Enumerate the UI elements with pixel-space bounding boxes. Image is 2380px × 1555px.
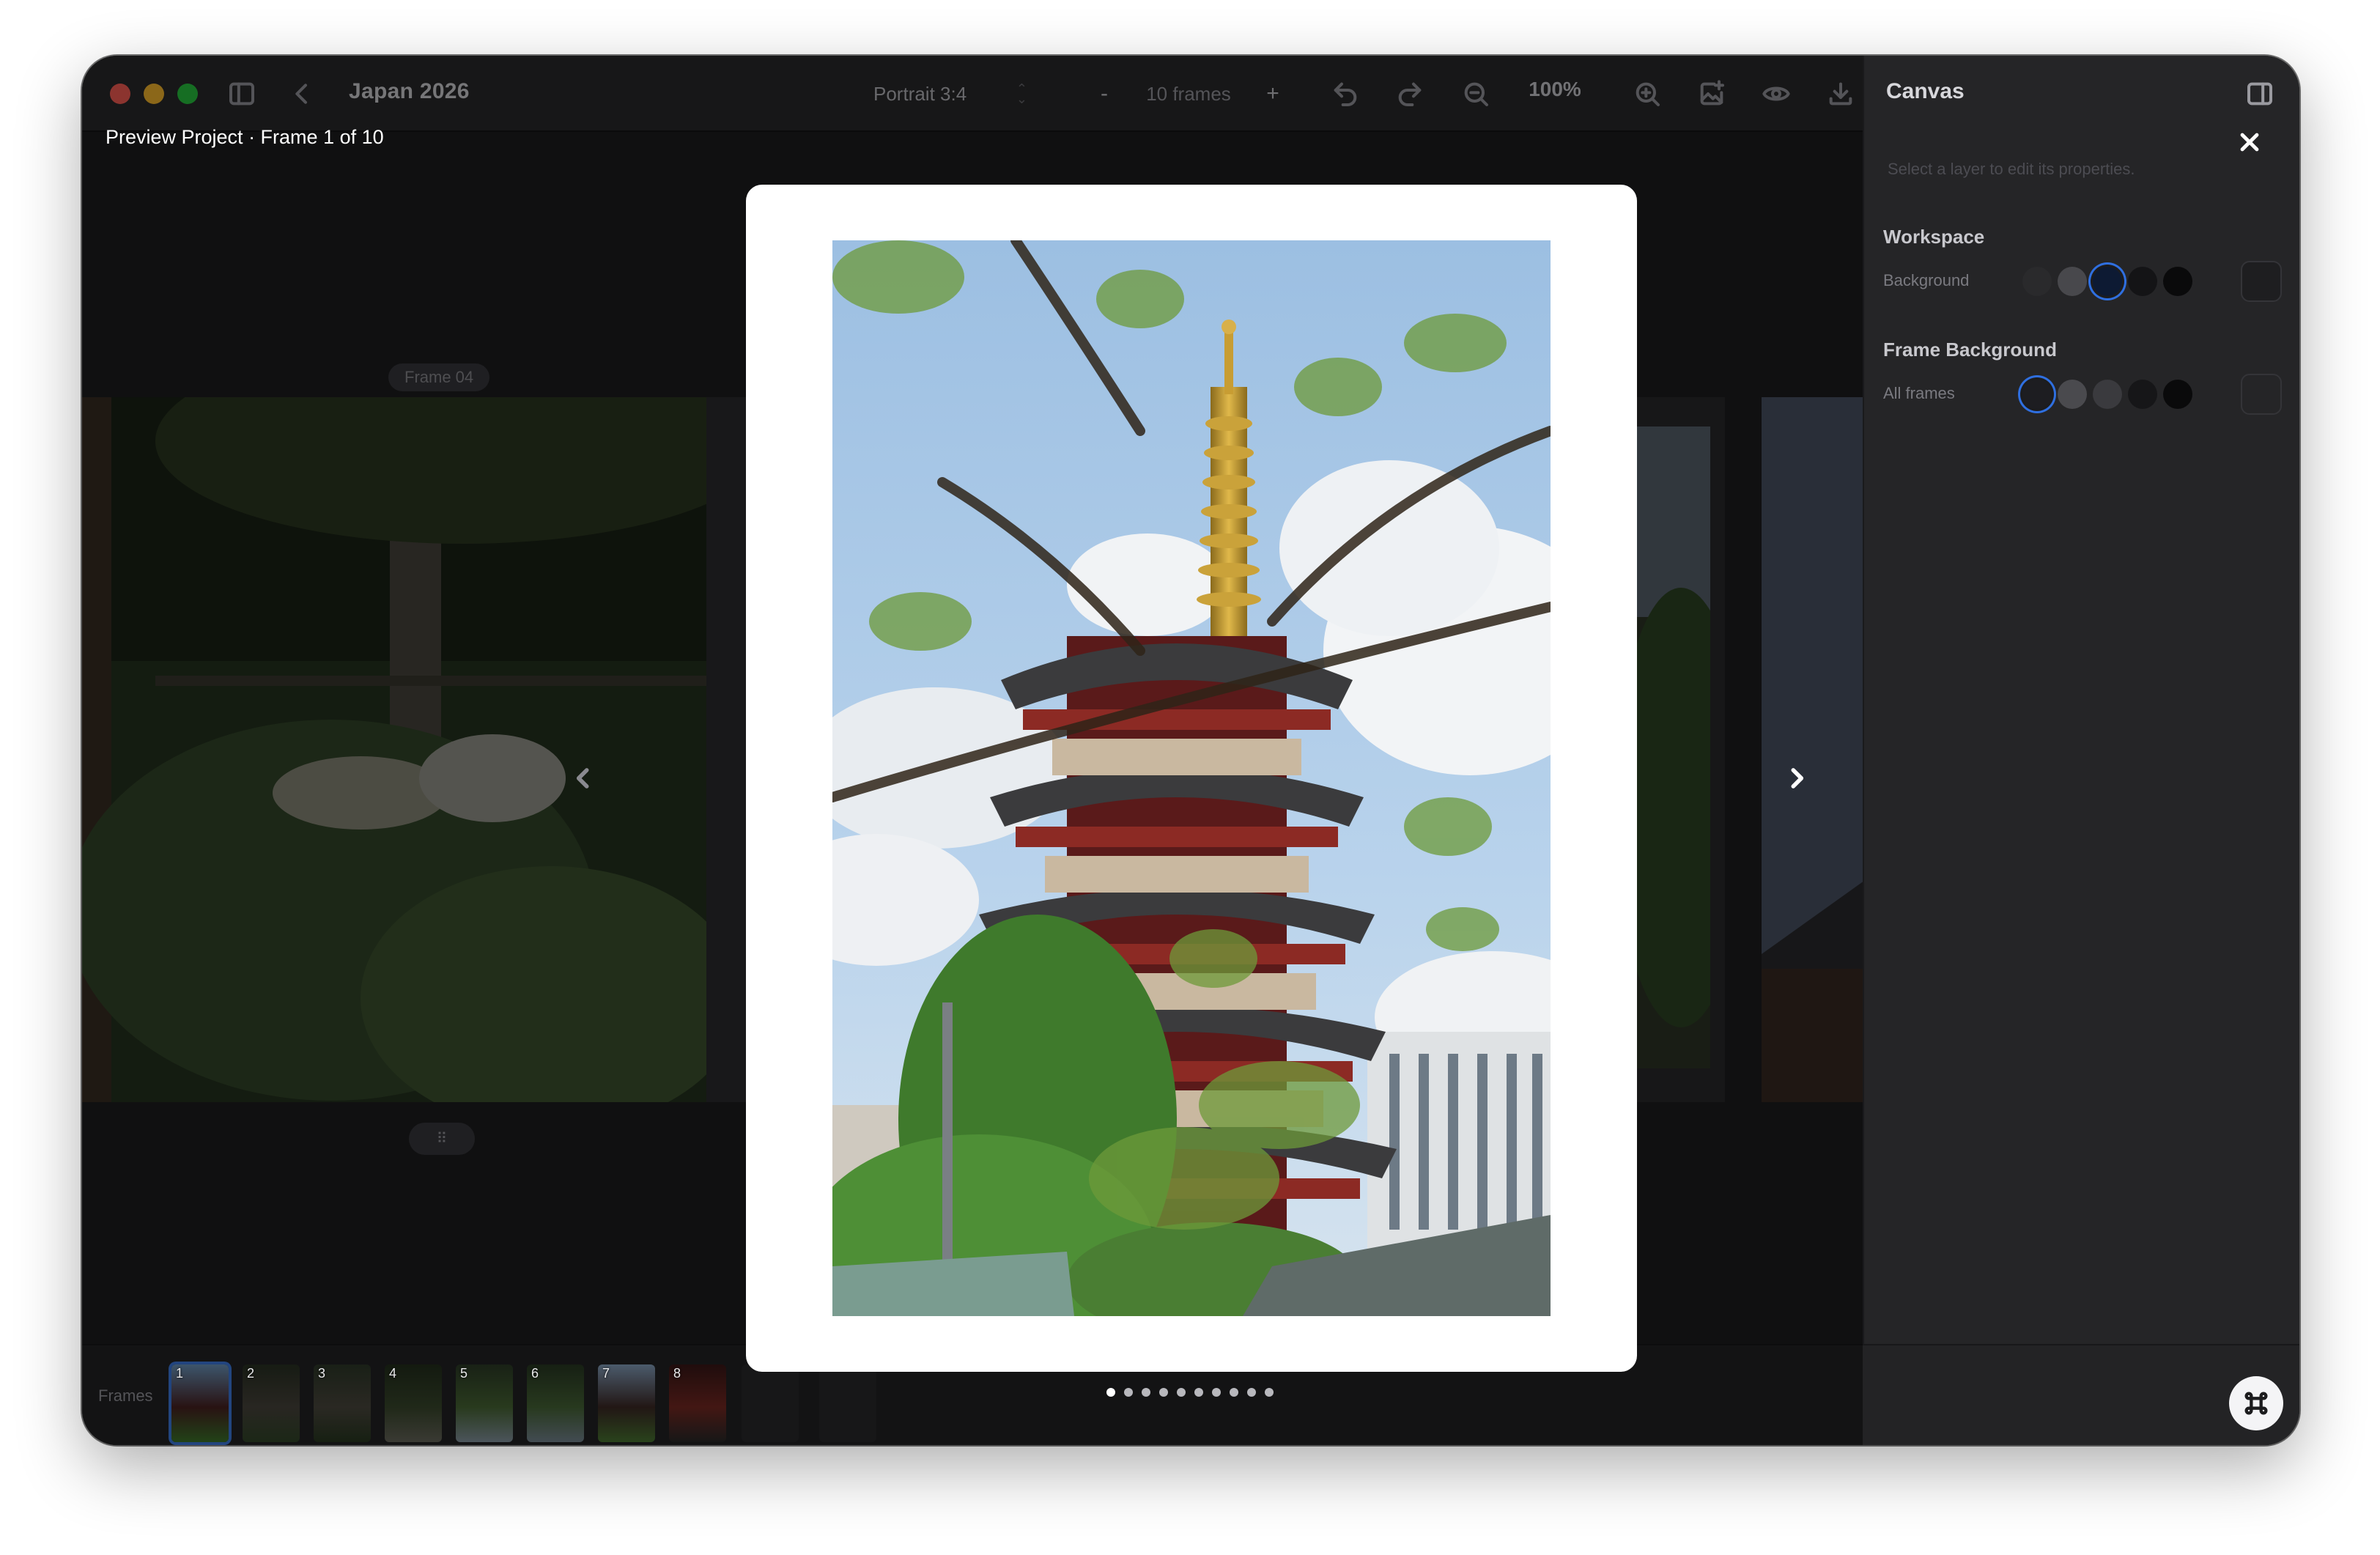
frame-thumbnail-number: 7 — [602, 1366, 610, 1381]
color-swatch[interactable] — [2093, 380, 2122, 409]
color-swatch[interactable] — [2058, 380, 2087, 409]
frame-thumbnail-number: 4 — [389, 1366, 397, 1381]
pagination-dot[interactable] — [1247, 1388, 1256, 1397]
workspace-swatches — [2022, 267, 2192, 296]
chevron-left-icon — [576, 768, 589, 788]
preview-frame — [746, 185, 1637, 1372]
all-frames-label: All frames — [1883, 384, 1955, 402]
command-icon — [2244, 1392, 2268, 1415]
frame-thumbnail-number: 1 — [176, 1366, 184, 1381]
frame-custom-color[interactable] — [2241, 374, 2282, 415]
preview-label: Preview Project · Frame 1 of 10 — [106, 126, 384, 148]
workspace-section-title: Workspace — [1883, 226, 1985, 248]
pagination-dot[interactable] — [1159, 1388, 1168, 1397]
pagination-dot[interactable] — [1106, 1388, 1115, 1397]
pagination-dot[interactable] — [1265, 1388, 1274, 1397]
next-frame-button[interactable] — [1775, 756, 1819, 800]
frame-swatches — [2022, 380, 2192, 409]
pagination-dot[interactable] — [1177, 1388, 1186, 1397]
color-swatch[interactable] — [2022, 380, 2052, 409]
command-button[interactable] — [2229, 1376, 2283, 1430]
frame-thumbnail-number: 2 — [247, 1366, 255, 1381]
chevron-right-icon — [1791, 768, 1804, 788]
pagination-dot[interactable] — [1230, 1388, 1238, 1397]
frame-thumbnail-number: 6 — [531, 1366, 539, 1381]
inspector-toggle-icon[interactable] — [2242, 76, 2277, 111]
inspector-title: Canvas — [1886, 79, 1965, 103]
frame-background-title: Frame Background — [1883, 339, 2057, 361]
color-swatch[interactable] — [2163, 267, 2192, 296]
pagination-dot[interactable] — [1124, 1388, 1133, 1397]
close-preview-button[interactable] — [2229, 122, 2270, 163]
color-swatch[interactable] — [2058, 267, 2087, 296]
frame-thumbnail-number: 5 — [460, 1366, 468, 1381]
color-swatch[interactable] — [2022, 267, 2052, 296]
inspector-hint: Select a layer to edit its properties. — [1888, 160, 2135, 178]
pagination-dot[interactable] — [1194, 1388, 1203, 1397]
frame-thumbnail-number: 3 — [318, 1366, 326, 1381]
pagoda-photo — [832, 240, 1551, 1316]
color-swatch[interactable] — [2163, 380, 2192, 409]
app-window: Japan 2026 Portrait 3:4 ⌃ ⌄ - 10 frames +… — [82, 56, 2299, 1445]
workspace-custom-color[interactable] — [2241, 261, 2282, 302]
pagination-dots — [1106, 1388, 1274, 1397]
previous-frame-button[interactable] — [561, 756, 605, 800]
close-icon — [2240, 133, 2259, 152]
background-label: Background — [1883, 271, 1970, 289]
color-swatch[interactable] — [2093, 267, 2122, 296]
pagination-dot[interactable] — [1142, 1388, 1150, 1397]
inspector-panel: Canvas Select a layer to edit its proper… — [1863, 56, 2299, 1445]
frame-thumbnail-number: 8 — [673, 1366, 681, 1381]
pagination-dot[interactable] — [1212, 1388, 1221, 1397]
color-swatch[interactable] — [2128, 267, 2157, 296]
color-swatch[interactable] — [2128, 380, 2157, 409]
